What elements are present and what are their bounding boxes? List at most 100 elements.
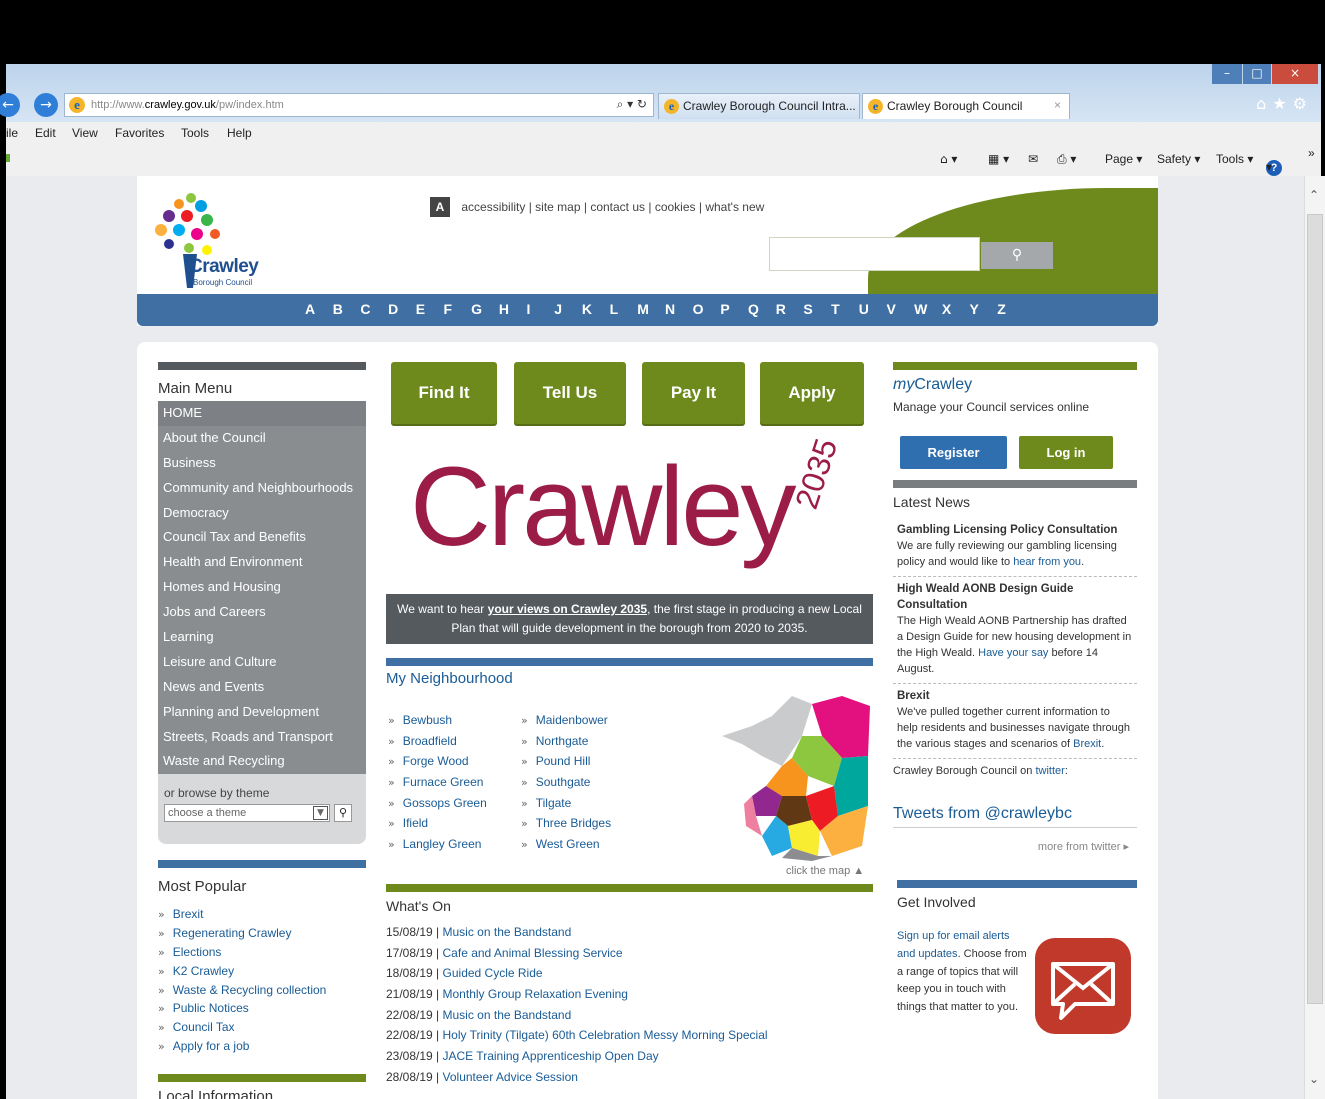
email-alert-icon[interactable] bbox=[1035, 938, 1131, 1034]
neighbourhood-item[interactable]: » Langley Green bbox=[388, 834, 487, 855]
page-menu[interactable]: Page ▾ bbox=[1105, 152, 1142, 166]
main-menu-item[interactable]: Streets, Roads and Transport bbox=[158, 725, 366, 750]
click-the-map[interactable]: click the map ▲ bbox=[786, 865, 864, 877]
main-menu-item[interactable]: News and Events bbox=[158, 675, 366, 700]
event-item[interactable]: 15/08/19 | Music on the Bandstand bbox=[386, 922, 873, 943]
az-letter[interactable]: G bbox=[471, 301, 499, 317]
maximize-button[interactable]: □ bbox=[1243, 64, 1271, 84]
scrollbar-thumb[interactable] bbox=[1307, 214, 1323, 1004]
tell-us-button[interactable]: Tell Us bbox=[514, 362, 626, 424]
event-item[interactable]: 23/08/19 | JACE Training Apprenticeship … bbox=[386, 1046, 873, 1067]
az-letter[interactable]: M bbox=[637, 301, 665, 317]
site-search-button[interactable]: ⚲ bbox=[981, 242, 1053, 269]
tab-crawley[interactable]: e Crawley Borough Council × bbox=[862, 93, 1070, 119]
az-letter[interactable]: J bbox=[554, 301, 582, 317]
az-letter[interactable]: Z bbox=[997, 301, 1025, 317]
feeds-icon[interactable]: ▦ ▾ bbox=[988, 152, 1009, 166]
az-letter[interactable]: V bbox=[886, 301, 914, 317]
forward-button[interactable]: → bbox=[34, 93, 58, 117]
neighbourhood-item[interactable]: » Broadfield bbox=[388, 731, 487, 752]
az-letter[interactable]: L bbox=[610, 301, 638, 317]
log-in-button[interactable]: Log in bbox=[1019, 436, 1113, 469]
event-item[interactable]: 22/08/19 | Holy Trinity (Tilgate) 60th C… bbox=[386, 1025, 873, 1046]
event-item[interactable]: 17/08/19 | Cafe and Animal Blessing Serv… bbox=[386, 943, 873, 964]
az-letter[interactable]: Y bbox=[970, 301, 998, 317]
neighbourhood-item[interactable]: » Northgate bbox=[521, 731, 611, 752]
az-letter[interactable]: C bbox=[360, 301, 388, 317]
scroll-down-icon[interactable]: ⌄ bbox=[1309, 1072, 1319, 1086]
close-tab-icon[interactable]: × bbox=[1054, 98, 1061, 112]
event-item[interactable]: 22/08/19 | Music on the Bandstand bbox=[386, 1005, 873, 1026]
popular-item[interactable]: » Apply for a job bbox=[158, 1037, 366, 1056]
news-item-link[interactable]: Brexit bbox=[1073, 738, 1101, 750]
theme-select[interactable]: choose a theme ▼ bbox=[164, 804, 330, 823]
main-menu-item[interactable]: Leisure and Culture bbox=[158, 650, 366, 675]
az-letter[interactable]: T bbox=[831, 301, 859, 317]
menu-tools[interactable]: Tools bbox=[181, 126, 209, 140]
menu-view[interactable]: View bbox=[72, 126, 98, 140]
home-icon[interactable]: ⌂ ▾ bbox=[940, 152, 957, 166]
menu-edit[interactable]: Edit bbox=[35, 126, 56, 140]
scroll-up-icon[interactable]: ⌃ bbox=[1309, 188, 1319, 202]
accessibility-icon[interactable]: A bbox=[430, 197, 450, 217]
main-menu-item[interactable]: Homes and Housing bbox=[158, 575, 366, 600]
popular-item[interactable]: » Regenerating Crawley bbox=[158, 924, 366, 943]
pay-it-button[interactable]: Pay It bbox=[642, 362, 745, 424]
find-it-button[interactable]: Find It bbox=[391, 362, 497, 424]
az-letter[interactable]: I bbox=[527, 301, 555, 317]
popular-item[interactable]: » Waste & Recycling collection bbox=[158, 981, 366, 1000]
news-item-title[interactable]: High Weald AONB Design Guide Consultatio… bbox=[897, 581, 1133, 613]
tweets-title[interactable]: Tweets from @crawleybc bbox=[893, 805, 1137, 828]
link-site-map[interactable]: site map bbox=[535, 200, 580, 214]
event-item[interactable]: 21/08/19 | Monthly Group Relaxation Even… bbox=[386, 984, 873, 1005]
menu-favorites[interactable]: Favorites bbox=[115, 126, 164, 140]
popular-item[interactable]: » Public Notices bbox=[158, 999, 366, 1018]
crawley-2035-promo[interactable]: Crawley 2035 bbox=[410, 434, 850, 582]
tools-menu[interactable]: Tools ▾ bbox=[1216, 152, 1253, 166]
main-menu-item[interactable]: HOME bbox=[158, 401, 366, 426]
vertical-scrollbar[interactable]: ⌃ ⌄ bbox=[1304, 176, 1325, 1099]
neighbourhood-map[interactable] bbox=[722, 696, 870, 861]
search-refresh-icons[interactable]: ⌕ ▾ ↻ bbox=[617, 97, 647, 112]
az-letter[interactable]: B bbox=[333, 301, 361, 317]
home-star-gear-icons[interactable]: ⌂★⚙ bbox=[1256, 94, 1313, 113]
az-letter[interactable]: R bbox=[776, 301, 804, 317]
popular-item[interactable]: » Brexit bbox=[158, 905, 366, 924]
neighbourhood-item[interactable]: » Southgate bbox=[521, 772, 611, 793]
news-item-link[interactable]: hear from you bbox=[1013, 556, 1081, 568]
az-letter[interactable]: X bbox=[942, 301, 970, 317]
az-letter[interactable]: A bbox=[305, 301, 333, 317]
az-letter[interactable]: P bbox=[720, 301, 748, 317]
az-letter[interactable]: D bbox=[388, 301, 416, 317]
popular-item[interactable]: » Council Tax bbox=[158, 1018, 366, 1037]
neighbourhood-item[interactable]: » Forge Wood bbox=[388, 751, 487, 772]
twitter-link[interactable]: twitter bbox=[1035, 765, 1064, 777]
az-letter[interactable]: H bbox=[499, 301, 527, 317]
link-cookies[interactable]: cookies bbox=[655, 200, 696, 214]
close-window-button[interactable]: × bbox=[1272, 64, 1318, 84]
az-letter[interactable]: O bbox=[693, 301, 721, 317]
main-menu-item[interactable]: About the Council bbox=[158, 426, 366, 451]
main-menu-item[interactable]: Planning and Development bbox=[158, 700, 366, 725]
neighbourhood-item[interactable]: » Maidenbower bbox=[521, 710, 611, 731]
popular-item[interactable]: » Elections bbox=[158, 943, 366, 962]
neighbourhood-item[interactable]: » Gossops Green bbox=[388, 793, 487, 814]
banner-link[interactable]: your views on Crawley 2035 bbox=[488, 602, 647, 616]
menu-help[interactable]: Help bbox=[227, 126, 252, 140]
more-commands[interactable]: » bbox=[1308, 146, 1315, 160]
apply-button[interactable]: Apply bbox=[760, 362, 864, 424]
neighbourhood-item[interactable]: » West Green bbox=[521, 834, 611, 855]
main-menu-item[interactable]: Jobs and Careers bbox=[158, 600, 366, 625]
safety-menu[interactable]: Safety ▾ bbox=[1157, 152, 1200, 166]
main-menu-item[interactable]: Community and Neighbourhoods bbox=[158, 476, 366, 501]
event-item[interactable]: 18/08/19 | Guided Cycle Ride bbox=[386, 963, 873, 984]
back-button[interactable]: ← bbox=[0, 93, 20, 117]
az-letter[interactable]: K bbox=[582, 301, 610, 317]
popular-item[interactable]: » K2 Crawley bbox=[158, 962, 366, 981]
link-accessibility[interactable]: accessibility bbox=[461, 200, 525, 214]
link-whats-new[interactable]: what's new bbox=[705, 200, 764, 214]
neighbourhood-item[interactable]: » Tilgate bbox=[521, 793, 611, 814]
news-item-title[interactable]: Brexit bbox=[897, 688, 1133, 704]
menu-file[interactable]: ile bbox=[6, 126, 18, 140]
az-letter[interactable]: S bbox=[803, 301, 831, 317]
